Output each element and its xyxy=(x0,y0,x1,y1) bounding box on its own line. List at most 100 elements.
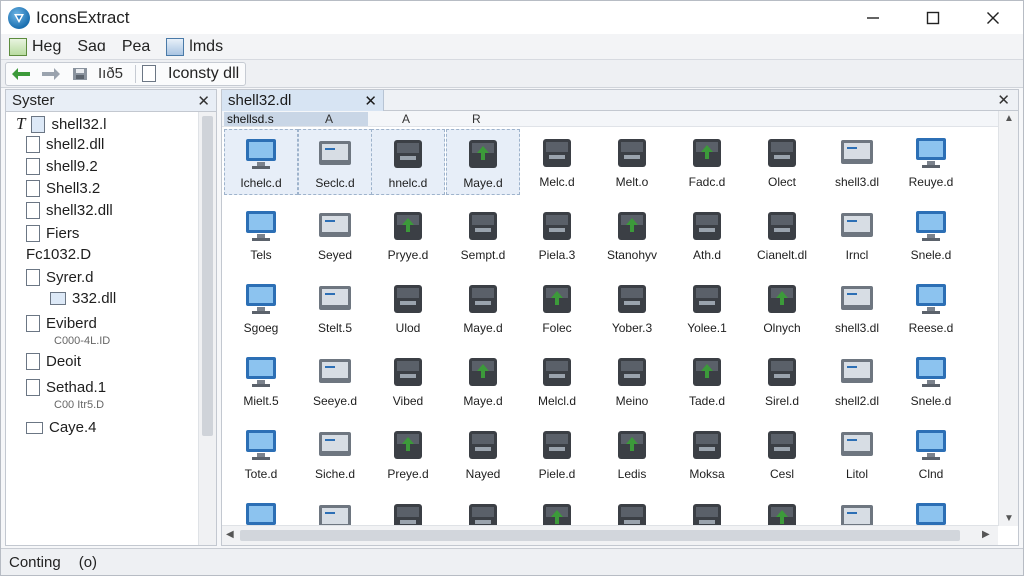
tree-item[interactable]: Fiers xyxy=(26,225,79,242)
icon-cell[interactable] xyxy=(520,494,594,527)
tree-item[interactable]: shell9.2 xyxy=(26,158,98,175)
icon-cell[interactable]: Piele.d xyxy=(520,421,594,487)
icon-cell[interactable]: Sempt.d xyxy=(446,202,520,268)
icon-cell[interactable]: Tels xyxy=(224,202,298,268)
icon-cell[interactable] xyxy=(820,494,894,527)
icon-cell[interactable]: Nayed xyxy=(446,421,520,487)
menu-item-images[interactable]: lmds xyxy=(166,37,223,56)
icon-cell[interactable]: Seyed xyxy=(298,202,372,268)
tree-item[interactable]: Sethad.1 xyxy=(26,379,106,396)
tree-item[interactable]: 332.dll xyxy=(50,290,116,307)
icon-cell[interactable]: Maye.d xyxy=(446,275,520,341)
icon-cell[interactable]: Ulod xyxy=(371,275,445,341)
menu-item-file[interactable]: Heg xyxy=(9,37,61,56)
close-panel-button[interactable]: ✕ xyxy=(197,92,210,110)
icon-cell[interactable]: Olnych xyxy=(745,275,819,341)
icon-cell[interactable]: Ledis xyxy=(595,421,669,487)
scroll-right-arrow-icon[interactable]: ▶ xyxy=(982,529,990,540)
icon-cell[interactable]: hnelc.d xyxy=(371,129,445,195)
icon-cell[interactable]: Ath.d xyxy=(670,202,744,268)
icon-cell[interactable]: Irncl xyxy=(820,202,894,268)
scroll-up-arrow-icon[interactable]: ▲ xyxy=(1004,113,1014,124)
vertical-scrollbar[interactable]: ▲ ▼ xyxy=(998,111,1018,526)
icon-cell[interactable]: Snele.d xyxy=(894,202,968,268)
icon-cell[interactable]: Cianelt.dl xyxy=(745,202,819,268)
close-tab-button[interactable]: ✕ xyxy=(364,92,377,110)
icon-cell[interactable]: Melt.o xyxy=(595,129,669,195)
menu-item-edit[interactable]: Saɑ xyxy=(77,38,105,56)
icon-cell[interactable]: Reese.d xyxy=(894,275,968,341)
icon-cell[interactable]: Olect xyxy=(745,129,819,195)
icon-cell[interactable]: Stelt.5 xyxy=(298,275,372,341)
icon-cell[interactable] xyxy=(446,494,520,527)
icon-cell[interactable]: Mielt.5 xyxy=(224,348,298,414)
icon-cell[interactable]: Seclc.d xyxy=(298,129,372,195)
close-button[interactable] xyxy=(963,1,1023,34)
tree-item[interactable]: Fc1032.D xyxy=(26,246,91,263)
icon-cell[interactable]: Melcl.d xyxy=(520,348,594,414)
tree-item[interactable]: shell32.dll xyxy=(26,202,113,219)
tree-item[interactable]: shell2.dll xyxy=(26,136,104,153)
icon-cell[interactable]: Ichelc.d xyxy=(224,129,298,195)
icon-cell[interactable]: Litol xyxy=(820,421,894,487)
tree-item[interactable]: Caye.4 xyxy=(26,419,97,436)
tree-item[interactable]: Deoit xyxy=(26,353,81,370)
icon-cell[interactable]: Tade.d xyxy=(670,348,744,414)
tree-item[interactable]: Shell3.2 xyxy=(26,180,100,197)
scroll-left-arrow-icon[interactable]: ◀ xyxy=(226,529,234,540)
horizontal-scrollbar[interactable]: ◀ ▶ xyxy=(222,525,998,545)
icon-cell[interactable] xyxy=(298,494,372,527)
icon-cell[interactable]: Maye.d xyxy=(446,348,520,414)
maximize-button[interactable] xyxy=(903,1,963,34)
horizontal-scroll-thumb[interactable] xyxy=(240,530,960,541)
tree-item[interactable]: Syrer.d xyxy=(26,269,94,286)
minimize-button[interactable] xyxy=(843,1,903,34)
menu-item-view[interactable]: Pea xyxy=(122,38,150,56)
icon-cell[interactable]: Tote.d xyxy=(224,421,298,487)
icon-cell[interactable] xyxy=(670,494,744,527)
icon-cell[interactable]: Preye.d xyxy=(371,421,445,487)
icon-cell[interactable]: Yolee.1 xyxy=(670,275,744,341)
icon-cell[interactable]: Sirel.d xyxy=(745,348,819,414)
column-header-label[interactable]: shellsd.s xyxy=(224,112,368,126)
save-icons-button[interactable] xyxy=(66,63,96,85)
close-view-button[interactable]: ✕ xyxy=(997,91,1010,109)
icon-cell[interactable]: Snele.d xyxy=(894,348,968,414)
icon-cell[interactable]: Maye.d xyxy=(446,129,520,195)
icon-cell[interactable]: Reuye.d xyxy=(894,129,968,195)
column-header-label[interactable]: A xyxy=(325,112,333,126)
column-header-label[interactable]: A xyxy=(402,112,410,126)
icon-cell[interactable] xyxy=(224,494,298,527)
icon-cell[interactable]: Cesl xyxy=(745,421,819,487)
icon-cell[interactable]: Clnd xyxy=(894,421,968,487)
tree-item[interactable]: T shell32.l xyxy=(16,114,107,134)
tree-scroll-thumb[interactable] xyxy=(202,116,213,436)
icon-cell[interactable]: Stanohyv xyxy=(595,202,669,268)
icon-cell[interactable]: Piela.3 xyxy=(520,202,594,268)
icon-cell[interactable]: shell2.dl xyxy=(820,348,894,414)
tree-item[interactable]: Eviberd xyxy=(26,315,97,332)
tree-scrollbar[interactable] xyxy=(198,112,216,545)
back-button[interactable] xyxy=(6,63,36,85)
icon-cell[interactable]: Moksa xyxy=(670,421,744,487)
icon-cell[interactable]: Fadc.d xyxy=(670,129,744,195)
icon-cell[interactable] xyxy=(745,494,819,527)
icon-cell[interactable]: shell3.dl xyxy=(820,275,894,341)
icon-cell[interactable]: shell3.dl xyxy=(820,129,894,195)
icon-cell[interactable]: Melc.d xyxy=(520,129,594,195)
icon-cell[interactable]: Sgoeg xyxy=(224,275,298,341)
icon-cell[interactable]: Vibed xyxy=(371,348,445,414)
icon-cell[interactable]: Meino xyxy=(595,348,669,414)
column-header-label[interactable]: R xyxy=(472,112,481,126)
icon-cell[interactable] xyxy=(595,494,669,527)
scroll-down-arrow-icon[interactable]: ▼ xyxy=(1004,513,1014,524)
icon-cell[interactable]: Yober.3 xyxy=(595,275,669,341)
icon-cell[interactable]: Seeye.d xyxy=(298,348,372,414)
forward-button[interactable] xyxy=(36,63,66,85)
icon-cell[interactable] xyxy=(894,494,968,527)
icon-cell[interactable]: Pryye.d xyxy=(371,202,445,268)
icon-cell[interactable]: Siche.d xyxy=(298,421,372,487)
tab-shell32[interactable]: shell32.dl ✕ xyxy=(222,90,384,111)
icon-cell[interactable]: Folec xyxy=(520,275,594,341)
icon-cell[interactable] xyxy=(371,494,445,527)
